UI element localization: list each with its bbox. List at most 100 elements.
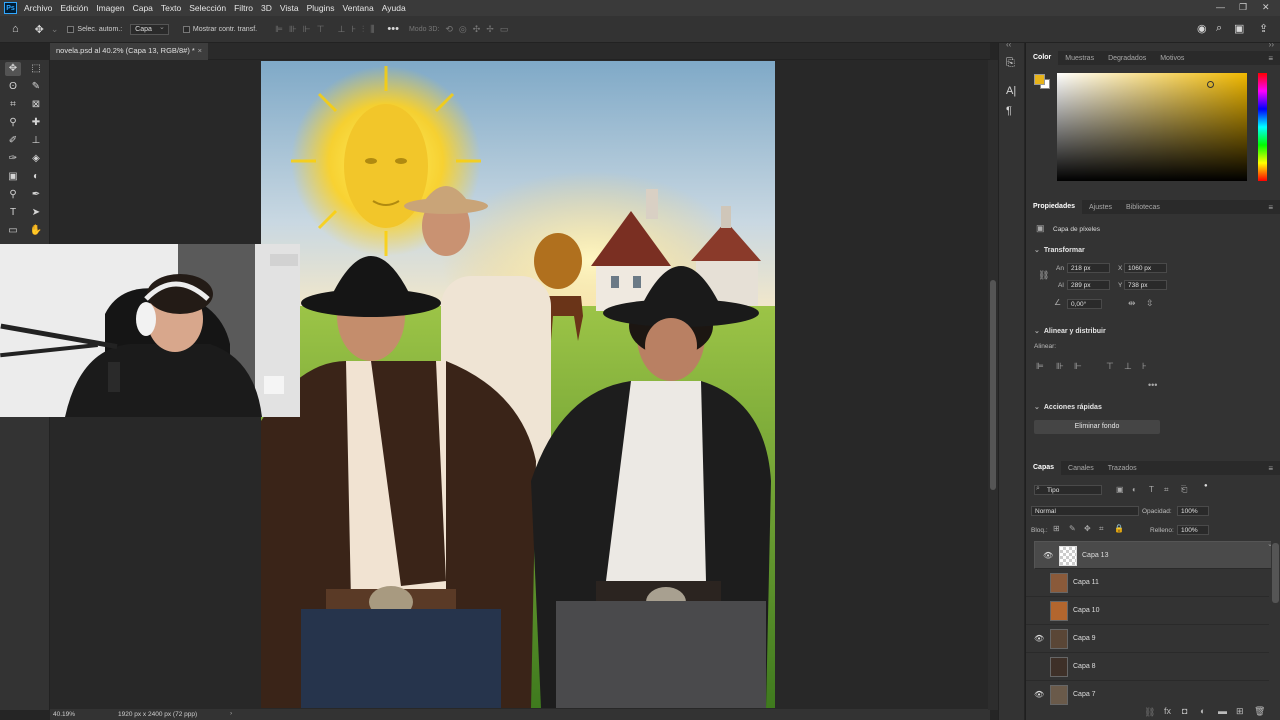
menu-ventana[interactable]: Ventana: [343, 3, 374, 13]
align-middle-icon[interactable]: ⊥: [337, 24, 345, 35]
crop-tool-icon[interactable]: ⌗: [5, 98, 21, 112]
lock-transparent-icon[interactable]: ⊞: [1053, 524, 1060, 533]
align-section-title[interactable]: ⌄ Alinear y distribuir: [1034, 327, 1106, 335]
vertical-scrollbar[interactable]: [988, 60, 998, 710]
align-hcenter-icon[interactable]: ⊪: [1056, 361, 1064, 372]
filter-adjustment-icon[interactable]: ◐: [1132, 485, 1137, 494]
layer-filter-dropdown[interactable]: Tipo: [1034, 485, 1102, 495]
status-arrow-icon[interactable]: ›: [230, 710, 232, 717]
opacity-input[interactable]: 100%: [1177, 506, 1209, 516]
tab-ajustes[interactable]: Ajustes: [1082, 204, 1119, 211]
tab-trazados[interactable]: Trazados: [1101, 465, 1144, 472]
eraser-tool-icon[interactable]: ◈: [28, 152, 44, 166]
path-select-icon[interactable]: ➤: [28, 206, 44, 220]
slide-3d-icon[interactable]: ✢: [486, 24, 494, 35]
character-icon[interactable]: A|: [1006, 85, 1016, 97]
filter-smart-icon[interactable]: ⎗: [1181, 485, 1187, 495]
transform-section-title[interactable]: ⌄ Transformar: [1034, 246, 1085, 254]
hue-slider[interactable]: [1258, 73, 1267, 181]
auto-select-dropdown[interactable]: Capa: [130, 23, 169, 35]
move-tool-icon[interactable]: ✥: [5, 62, 21, 76]
close-icon[interactable]: ✕: [1262, 2, 1270, 13]
menu-imagen[interactable]: Imagen: [96, 3, 124, 13]
menu-3d[interactable]: 3D: [261, 3, 272, 13]
tab-degradados[interactable]: Degradados: [1101, 55, 1153, 62]
mask-icon[interactable]: ◘: [1182, 706, 1187, 716]
align-bottom-icon[interactable]: ⊦: [1142, 361, 1147, 372]
orbit-3d-icon[interactable]: ⟲: [445, 24, 453, 35]
camera-3d-icon[interactable]: ▭: [500, 24, 509, 35]
tab-motivos[interactable]: Motivos: [1153, 55, 1191, 62]
adjustment-layer-icon[interactable]: ◐: [1200, 706, 1205, 716]
lock-pixels-icon[interactable]: ✎: [1069, 524, 1076, 533]
panel-menu-icon[interactable]: ≡: [1268, 464, 1273, 473]
blur-tool-icon[interactable]: ◐: [28, 170, 44, 184]
tab-bibliotecas[interactable]: Bibliotecas: [1119, 204, 1167, 211]
align-right-icon[interactable]: ⊩: [303, 24, 311, 35]
eye-icon[interactable]: 👁: [1043, 551, 1053, 560]
workspace-icon[interactable]: ▣: [1234, 22, 1244, 35]
new-layer-icon[interactable]: ⊞: [1236, 706, 1244, 717]
layer-row-capa-11[interactable]: Capa 11: [1026, 569, 1269, 597]
y-input[interactable]: 738 px: [1124, 280, 1167, 290]
chevron-down-icon[interactable]: ⌄: [51, 24, 59, 35]
dodge-tool-icon[interactable]: ⚲: [5, 188, 21, 202]
blend-mode-dropdown[interactable]: Normal: [1031, 506, 1139, 516]
quick-select-icon[interactable]: ✎: [28, 80, 44, 94]
width-input[interactable]: 218 px: [1067, 263, 1110, 273]
minimize-icon[interactable]: —: [1216, 2, 1225, 12]
more-options-icon[interactable]: •••: [1148, 380, 1157, 390]
history-icon[interactable]: ⎘: [1006, 57, 1015, 70]
flip-vertical-icon[interactable]: ⇳: [1146, 298, 1154, 309]
distribute-h-icon[interactable]: ⫼: [370, 24, 374, 35]
height-input[interactable]: 289 px: [1067, 280, 1110, 290]
eye-icon[interactable]: 👁: [1034, 634, 1044, 643]
link-layers-icon[interactable]: ⛓: [1144, 707, 1155, 718]
transform-controls-checkbox[interactable]: [182, 25, 190, 33]
tab-muestras[interactable]: Muestras: [1058, 55, 1101, 62]
color-field[interactable]: [1057, 73, 1247, 181]
history-brush-icon[interactable]: ✑: [5, 152, 21, 166]
hand-tool-icon[interactable]: ✋: [28, 224, 44, 238]
layer-row-capa-10[interactable]: Capa 10: [1026, 597, 1269, 625]
menu-ayuda[interactable]: Ayuda: [382, 3, 406, 13]
frame-tool-icon[interactable]: ⊠: [28, 98, 44, 112]
layer-row-capa-9[interactable]: 👁 Capa 9: [1026, 625, 1269, 653]
quick-actions-title[interactable]: ⌄ Acciones rápidas: [1034, 403, 1102, 411]
filter-type-icon[interactable]: T: [1149, 485, 1154, 494]
lock-artboard-icon[interactable]: ⌗: [1099, 524, 1104, 534]
menu-capa[interactable]: Capa: [133, 3, 153, 13]
new-group-icon[interactable]: ▬: [1218, 706, 1227, 716]
align-left-icon[interactable]: ⊫: [1036, 361, 1044, 372]
remove-background-button[interactable]: Eliminar fondo: [1034, 420, 1160, 434]
align-top-icon[interactable]: ⊤: [317, 24, 325, 35]
paragraph-icon[interactable]: ¶: [1006, 105, 1012, 117]
healing-brush-icon[interactable]: ✚: [28, 116, 44, 130]
align-vcenter-icon[interactable]: ⊥: [1124, 361, 1132, 372]
more-options-icon[interactable]: •••: [387, 23, 399, 35]
type-tool-icon[interactable]: T: [5, 206, 21, 220]
auto-select-checkbox[interactable]: [67, 25, 75, 33]
export-icon[interactable]: ⇪: [1259, 22, 1268, 35]
menu-plugins[interactable]: Plugins: [307, 3, 335, 13]
menu-vista[interactable]: Vista: [280, 3, 299, 13]
expand-icon[interactable]: ››: [1269, 40, 1274, 49]
menu-filtro[interactable]: Filtro: [234, 3, 253, 13]
link-icon[interactable]: ⛓: [1038, 270, 1049, 281]
gradient-tool-icon[interactable]: ▣: [5, 170, 21, 184]
tab-propiedades[interactable]: Propiedades: [1026, 200, 1083, 214]
flip-horizontal-icon[interactable]: ⇹: [1128, 298, 1136, 309]
lock-all-icon[interactable]: 🔒: [1114, 524, 1124, 533]
brush-tool-icon[interactable]: ✐: [5, 134, 21, 148]
layer-row-capa-13[interactable]: 👁 Capa 13: [1034, 541, 1271, 569]
align-bottom-icon[interactable]: ⊦: [351, 24, 356, 35]
panel-menu-icon[interactable]: ≡: [1268, 203, 1273, 212]
share-icon[interactable]: ◉: [1197, 22, 1207, 35]
align-top-icon[interactable]: ⊤: [1106, 361, 1114, 372]
zoom-level[interactable]: 40.19%: [53, 711, 75, 718]
move-tool-icon[interactable]: ✥: [35, 23, 44, 36]
shape-tool-icon[interactable]: ▭: [5, 224, 21, 238]
close-tab-icon[interactable]: ×: [198, 46, 202, 55]
eyedropper-icon[interactable]: ⚲: [5, 116, 21, 130]
marquee-tool-icon[interactable]: ⬚: [28, 62, 44, 76]
